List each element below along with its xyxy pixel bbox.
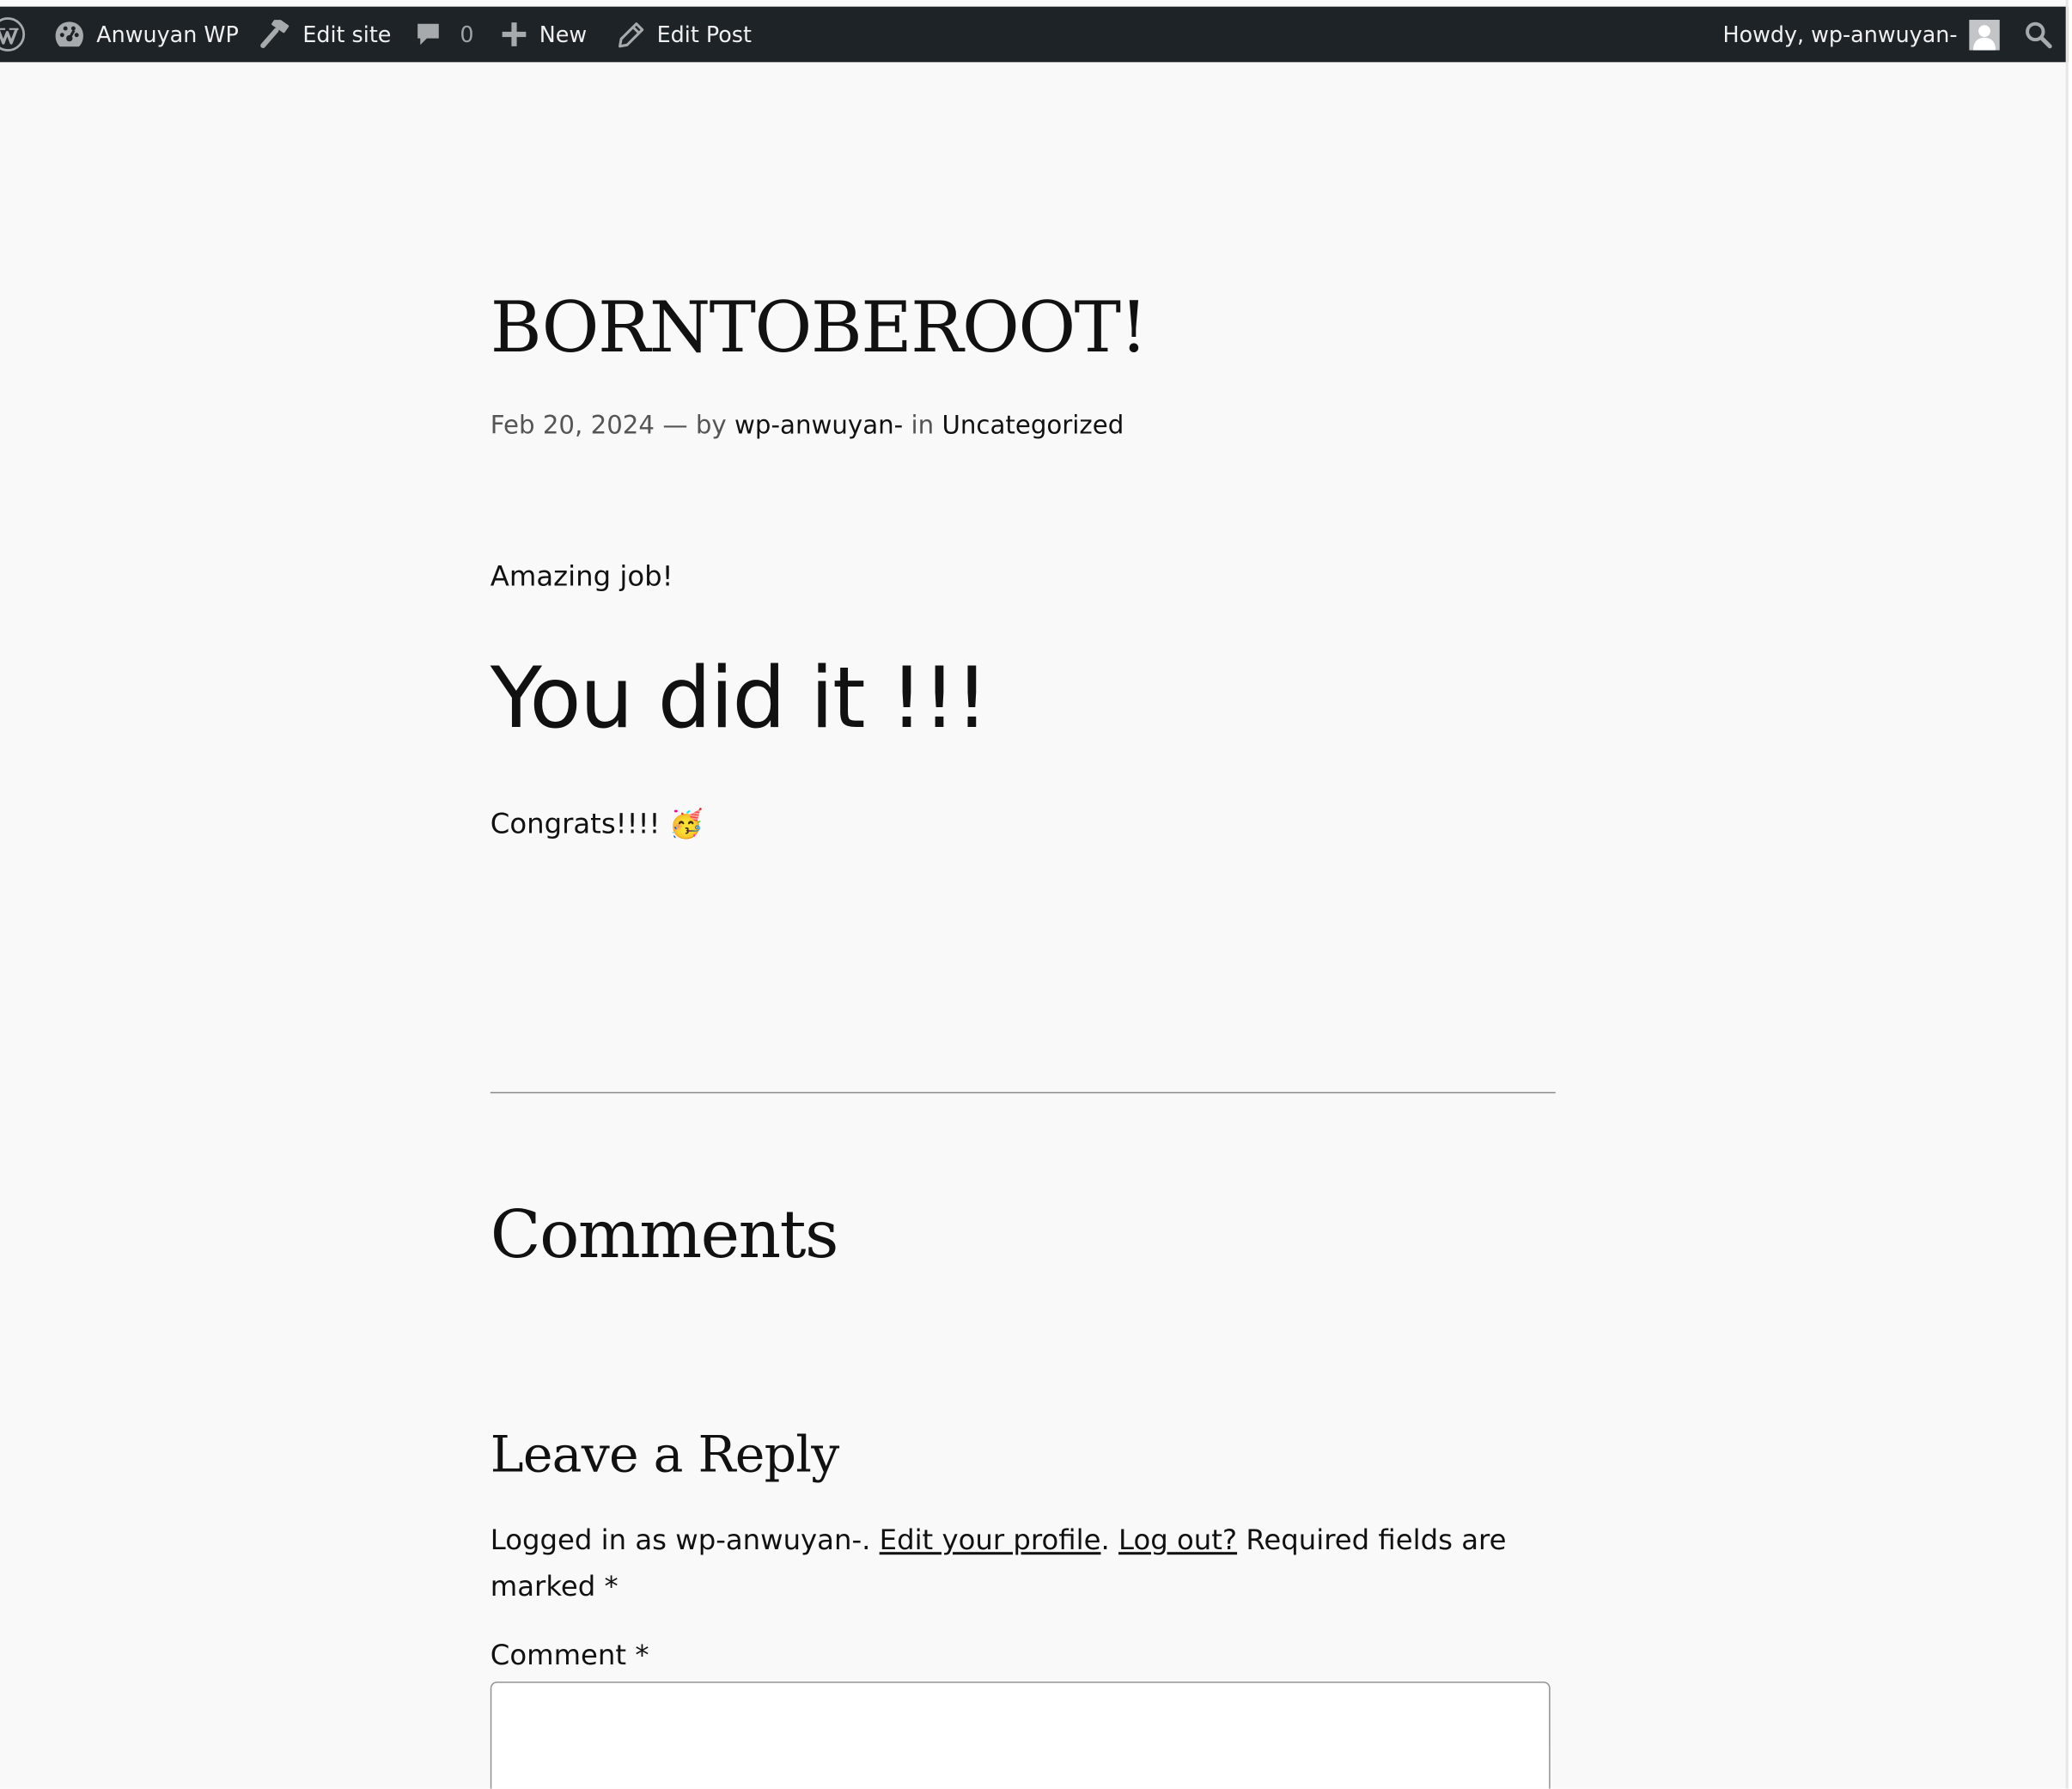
post-paragraph-congrats: Congrats!!!! 🥳: [491, 808, 1556, 840]
meta-by: by: [695, 411, 727, 441]
post-paragraph: Amazing job!: [490, 560, 673, 593]
search-button[interactable]: [2025, 7, 2052, 63]
avatar: [1969, 19, 2000, 50]
log-out-link[interactable]: Log out?: [1118, 1524, 1237, 1556]
new-content-link[interactable]: New: [501, 7, 587, 63]
logged-in-notice: Logged in as wp-anwuyan-. Edit your prof…: [491, 1517, 1556, 1610]
reply-title: Leave a Reply: [490, 1425, 839, 1484]
dashboard-icon: [54, 20, 84, 49]
comments-count: 0: [460, 21, 474, 47]
meta-in: in: [911, 411, 935, 441]
plus-icon: [501, 21, 527, 48]
edit-site-link[interactable]: Edit site: [259, 7, 392, 63]
search-icon: [2025, 21, 2052, 48]
meta-separator: —: [662, 411, 688, 441]
site-name-link[interactable]: Anwuyan WP: [54, 7, 239, 63]
post-heading: You did it !!!: [490, 650, 989, 748]
logged-in-text: Logged in as wp-anwuyan-.: [490, 1523, 880, 1556]
site-name: Anwuyan WP: [96, 21, 239, 47]
edit-site-label: Edit site: [302, 21, 392, 47]
howdy-label: Howdy, wp-anwuyan-: [1722, 21, 1958, 47]
wordpress-logo-icon: [0, 15, 27, 52]
author-link[interactable]: wp-anwuyan-: [734, 411, 903, 440]
my-account-menu[interactable]: Howdy, wp-anwuyan-: [1722, 7, 2000, 63]
admin-bar: Anwuyan WP Edit site 0 New Edit Post How…: [0, 6, 2069, 63]
comment-bubble-icon: [415, 21, 442, 48]
comments-title: Comments: [490, 1196, 839, 1273]
hammer-icon: [259, 20, 291, 49]
edit-profile-link[interactable]: Edit your profile: [880, 1524, 1101, 1556]
wordpress-menu[interactable]: [0, 7, 27, 63]
comments-link[interactable]: 0: [415, 7, 474, 63]
new-label: New: [539, 21, 588, 47]
separator-line: [490, 1091, 1556, 1094]
party-face-emoji: 🥳: [668, 808, 704, 840]
required-mark: *: [604, 1570, 619, 1603]
logged-in-punctuation: .: [1100, 1523, 1119, 1556]
pencil-icon: [617, 21, 644, 48]
post-date: Feb 20, 2024: [490, 411, 655, 441]
category-link[interactable]: Uncategorized: [942, 411, 1124, 440]
congrats-text: Congrats!!!!: [490, 808, 661, 840]
post-title: BORNTOBEROOT!: [490, 288, 1148, 369]
page-edge: [2065, 0, 2069, 1789]
edit-post-link[interactable]: Edit Post: [617, 7, 752, 63]
comment-textarea[interactable]: [490, 1681, 1551, 1789]
post-meta: Feb 20, 2024 — by wp-anwuyan- in Uncateg…: [491, 411, 1556, 440]
comment-label: Comment *: [490, 1639, 649, 1671]
page: Anwuyan WP Edit site 0 New Edit Post How…: [0, 0, 2069, 1789]
edit-post-label: Edit Post: [656, 21, 752, 47]
